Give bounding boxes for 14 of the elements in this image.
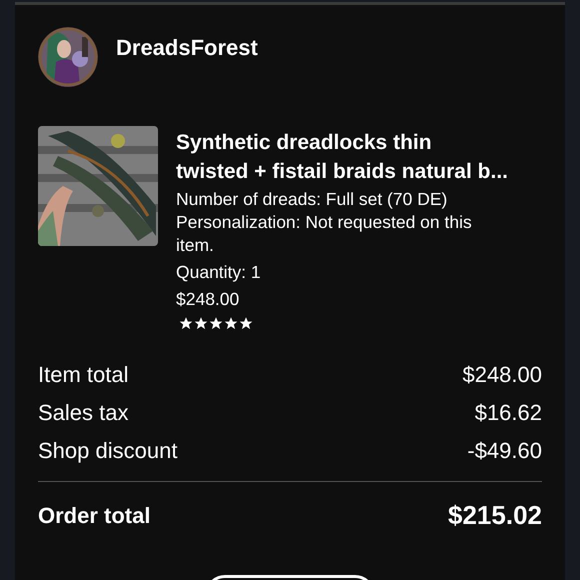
summary-label: Sales tax bbox=[38, 399, 128, 427]
item-detail: Quantity: 1 bbox=[176, 261, 262, 284]
order-total-value: $215.02 bbox=[448, 499, 542, 532]
item-detail: Number of dreads: Full set (70 DE) bbox=[176, 188, 448, 211]
summary-value: -$49.60 bbox=[467, 437, 542, 465]
item-detail: Personalization: Not requested on this item. bbox=[176, 211, 473, 257]
item-detail: $248.00 bbox=[176, 288, 240, 311]
order-total-label: Order total bbox=[38, 502, 150, 530]
summary-value: $16.62 bbox=[474, 399, 542, 427]
summary-value: $248.00 bbox=[462, 361, 542, 389]
shop-name[interactable]: DreadsForest bbox=[116, 31, 258, 64]
product-title[interactable]: Synthetic dreadlocks thin twisted + fistail braids natural b... bbox=[176, 128, 508, 186]
summary-label: Shop discount bbox=[38, 437, 178, 465]
summary-label: Item total bbox=[38, 361, 128, 389]
